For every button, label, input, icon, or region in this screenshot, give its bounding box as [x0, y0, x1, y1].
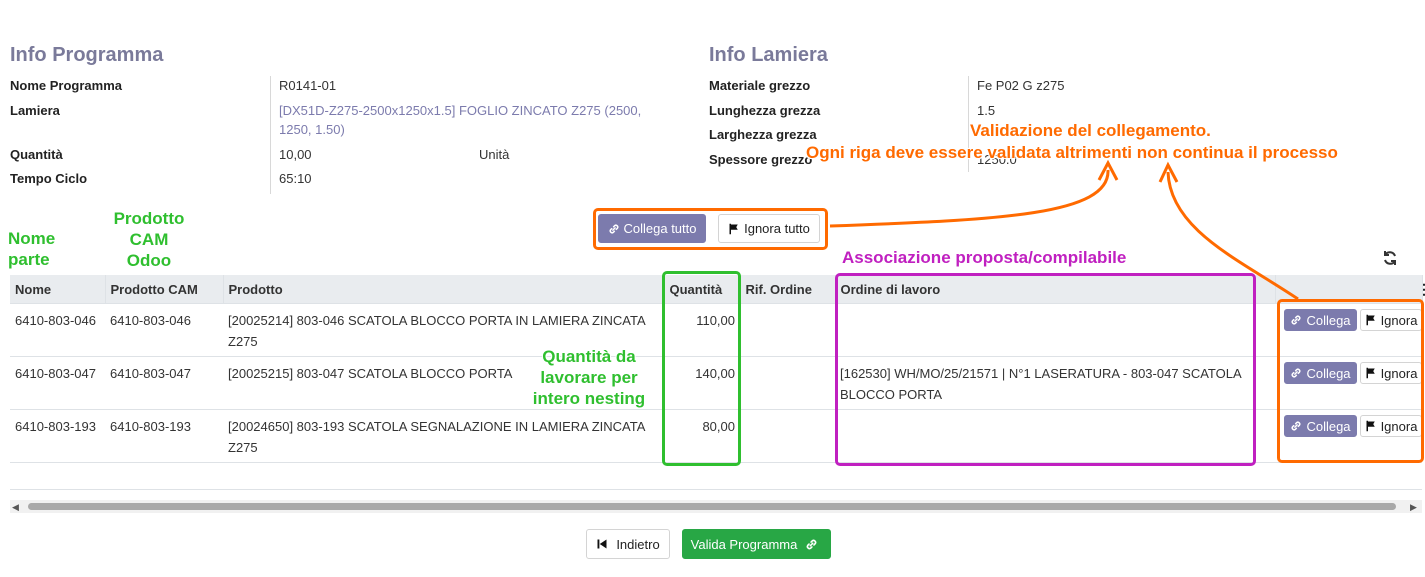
- annotation-nome-parte: Nome parte: [8, 228, 55, 270]
- annotation-nome-parte-line1: Nome: [8, 229, 56, 248]
- annotation-prodotto-cam: Prodotto CAM Odoo: [104, 208, 194, 271]
- annotation-arrows: [829, 159, 1299, 301]
- annotation-quantita-line2: lavorare per: [540, 368, 638, 387]
- annotation-validazione-line1: Validazione del collegamento.: [970, 121, 1211, 140]
- annotation-quantita-line3: intero nesting: [532, 389, 646, 408]
- annotation-quantita-line1: Quantità da: [542, 347, 636, 366]
- annotation-validazione-line2: Ogni riga deve essere validata altriment…: [806, 143, 1338, 162]
- annotation-prodotto-cam-line2: CAM: [129, 230, 169, 249]
- annotation-associazione: Associazione proposta/compilabile: [842, 248, 1127, 267]
- annotation-prodotto-cam-line1: Prodotto: [113, 209, 185, 228]
- annotation-nome-parte-line2: parte: [8, 250, 50, 269]
- annotation-prodotto-cam-line3: Odoo: [126, 251, 172, 270]
- annotation-quantita: Quantità da lavorare per intero nesting: [518, 346, 660, 409]
